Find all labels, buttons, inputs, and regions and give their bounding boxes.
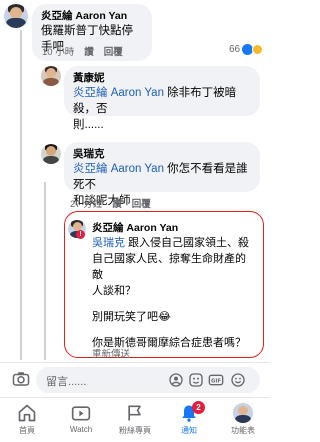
thread-line bbox=[20, 30, 22, 360]
avatar[interactable] bbox=[4, 4, 28, 28]
resend-link[interactable]: 重新傳送 bbox=[92, 346, 130, 360]
watch-icon bbox=[71, 406, 91, 421]
emoji-icon[interactable] bbox=[230, 372, 246, 388]
tab-label: 粉絲專頁 bbox=[119, 426, 151, 435]
tab-menu[interactable]: 功能表 bbox=[216, 401, 270, 441]
like-link[interactable]: 讚 bbox=[84, 44, 94, 58]
camera-icon[interactable] bbox=[12, 370, 30, 388]
tab-watch[interactable]: Watch bbox=[54, 401, 108, 441]
like-link[interactable]: 讚 bbox=[112, 196, 122, 210]
reply-meta: 27 分鐘 讚 回覆 bbox=[70, 196, 151, 210]
svg-text:GIF: GIF bbox=[211, 378, 221, 384]
reply-text: 別開玩笑了吧😂 bbox=[92, 311, 171, 323]
send-error-icon: ! bbox=[76, 230, 85, 239]
bottom-tab-bar: 首頁 Watch 粉絲專頁 2 通知 功能表 bbox=[0, 397, 270, 442]
reply-link[interactable]: 回覆 bbox=[104, 44, 123, 58]
flag-icon bbox=[128, 405, 141, 421]
tab-home[interactable]: 首頁 bbox=[0, 401, 54, 441]
comment-input[interactable]: 留言...... GIF bbox=[36, 367, 260, 393]
mention-link[interactable]: 炎亞綸 Aaron Yan bbox=[73, 163, 164, 175]
avatar[interactable] bbox=[41, 66, 61, 86]
timestamp: 27 分鐘 bbox=[70, 199, 103, 210]
reply-text: 炎亞綸 Aaron Yan 除非布丁被暗殺，否 則...... bbox=[73, 87, 237, 131]
reply-author[interactable]: 黃康妮 bbox=[73, 71, 251, 85]
comment-placeholder: 留言...... bbox=[46, 376, 87, 388]
reply-bubble[interactable]: 黃康妮 炎亞綸 Aaron Yan 除非布丁被暗殺，否 則...... bbox=[64, 66, 260, 131]
home-icon bbox=[18, 404, 36, 422]
reply-bubble[interactable]: 炎亞綸 Aaron Yan 吳瑞克 跟入侵自己國家領土、殺 自己國家人民、掠奪生… bbox=[88, 216, 260, 349]
notification-badge: 2 bbox=[192, 401, 205, 414]
reply-bubble[interactable]: 吳瑞克 炎亞綸 Aaron Yan 你怎不看看是誰死不 和談呢大師 bbox=[64, 142, 260, 207]
tab-notifications[interactable]: 2 通知 bbox=[162, 401, 216, 441]
avatar[interactable] bbox=[41, 144, 61, 164]
tab-label: 功能表 bbox=[231, 426, 255, 435]
comment-author[interactable]: 炎亞綸 Aaron Yan bbox=[41, 9, 143, 23]
tab-label: Watch bbox=[69, 425, 93, 434]
comment-bar: 留言...... GIF bbox=[0, 362, 270, 396]
reaction-count: 66 bbox=[229, 44, 241, 55]
tab-label: 首頁 bbox=[19, 426, 35, 435]
tab-pages[interactable]: 粉絲專頁 bbox=[108, 401, 162, 441]
avatar-sticker-icon[interactable] bbox=[168, 372, 184, 388]
thread-line bbox=[44, 182, 46, 360]
comment-meta: 10 小時 讚 回覆 bbox=[42, 44, 123, 58]
haha-reaction-icon bbox=[252, 44, 264, 55]
mention-link[interactable]: 炎亞綸 Aaron Yan bbox=[73, 87, 164, 99]
reply-author[interactable]: 吳瑞克 bbox=[73, 147, 251, 161]
timestamp: 10 小時 bbox=[42, 47, 75, 58]
reply-text: 吳瑞克 跟入侵自己國家領土、殺 自己國家人民、掠奪生命財產的敵 人談和？ bbox=[92, 237, 250, 297]
mention-link[interactable]: 吳瑞克 bbox=[92, 237, 125, 249]
gif-icon[interactable]: GIF bbox=[208, 372, 224, 388]
tab-label: 通知 bbox=[181, 426, 197, 435]
reply-author[interactable]: 炎亞綸 Aaron Yan bbox=[92, 221, 251, 235]
reaction-summary[interactable]: 66 bbox=[229, 44, 264, 55]
sticker-icon[interactable] bbox=[188, 372, 204, 388]
avatar bbox=[233, 403, 253, 423]
reply-link[interactable]: 回覆 bbox=[132, 196, 151, 210]
